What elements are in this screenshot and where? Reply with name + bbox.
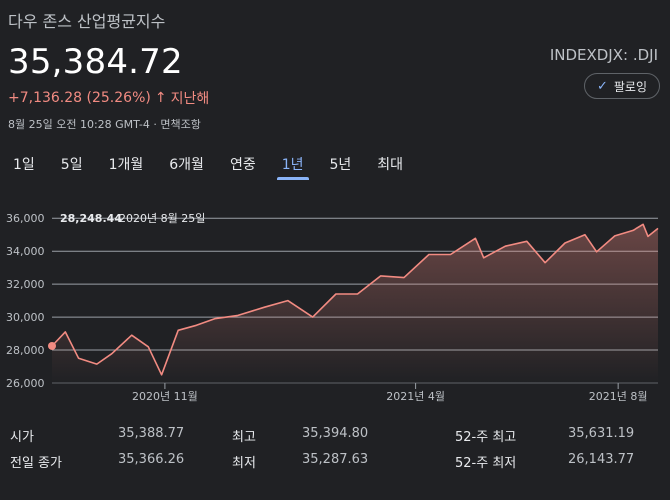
change-value: +7,136.28 (25.26%): [8, 90, 151, 106]
tab-5d[interactable]: 5일: [48, 150, 96, 180]
follow-button[interactable]: ✓ 팔로잉: [583, 73, 660, 99]
price-chart[interactable]: 36,000 34,000 32,000 30,000 28,000 26,000 28,2…: [0, 200, 670, 415]
reference-value: 28,248.44: [60, 212, 122, 225]
stat-low-label: 최저: [232, 456, 256, 471]
ticker-symbol: INDEXDJX: .DJI: [549, 46, 658, 64]
x-tick-label: 2021년 4월: [386, 390, 445, 403]
stat-52w-low-value: 26,143.77: [568, 452, 635, 467]
stat-open-value: 35,388.77: [118, 426, 185, 441]
tab-max[interactable]: 최대: [364, 150, 416, 180]
price-change: +7,136.28 (25.26%) ↑ 지난해: [8, 88, 209, 108]
y-tick-label: 32,000: [6, 278, 45, 291]
y-tick-label: 26,000: [6, 377, 45, 390]
stat-open-label: 시가: [10, 430, 34, 445]
stat-low-value: 35,287.63: [302, 452, 369, 467]
y-tick-label: 36,000: [6, 212, 45, 225]
stat-52w-high-label: 52-주 최고: [455, 430, 517, 445]
stat-high-value: 35,394.80: [302, 426, 369, 441]
y-tick-label: 30,000: [6, 311, 45, 324]
tab-ytd[interactable]: 연중: [217, 150, 269, 180]
arrow-up-icon: ↑: [154, 90, 167, 106]
tab-1y[interactable]: 1년: [269, 150, 317, 180]
x-tick-label: 2020년 11월: [132, 390, 198, 403]
x-tick-label: 2021년 8월: [589, 390, 648, 403]
current-price: 35,384.72: [8, 42, 183, 82]
tab-1m[interactable]: 1개월: [96, 150, 157, 180]
follow-label: 팔로잉: [613, 79, 647, 94]
stat-prev-close-value: 35,366.26: [118, 452, 185, 467]
range-tabs: 1일 5일 1개월 6개월 연중 1년 5년 최대: [0, 150, 416, 180]
stat-52w-high-value: 35,631.19: [568, 426, 635, 441]
timestamp: 8월 25일 오전 10:28 GMT-4 · 면책조항: [8, 118, 201, 131]
tab-1d[interactable]: 1일: [0, 150, 48, 180]
stat-high-label: 최고: [232, 430, 256, 445]
stat-prev-close-label: 전일 종가: [10, 456, 62, 471]
check-icon: ✓: [596, 78, 608, 94]
y-tick-label: 28,000: [6, 344, 45, 357]
y-tick-label: 34,000: [6, 245, 45, 258]
stat-52w-low-label: 52-주 최저: [455, 456, 517, 471]
start-point-dot: [48, 341, 56, 350]
index-title: 다우 존스 산업평균지수: [8, 12, 166, 31]
tab-5y[interactable]: 5년: [317, 150, 365, 180]
chart-area: [52, 224, 658, 383]
stats-table: 시가 35,388.77 최고 35,394.80 52-주 최고 35,631…: [0, 426, 670, 478]
reference-date: 2020년 8월 25일: [119, 211, 205, 225]
change-period: 지난해: [170, 91, 210, 107]
tab-6m[interactable]: 6개월: [156, 150, 217, 180]
